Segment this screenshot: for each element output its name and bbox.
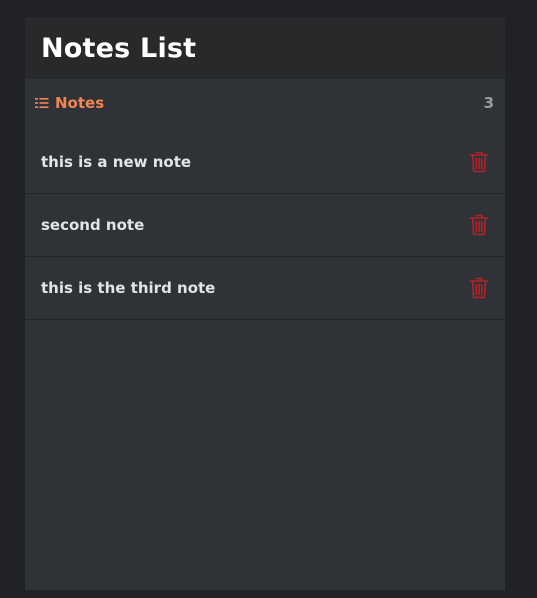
note-list: this is a new note second note this is t…	[25, 131, 505, 320]
note-text: this is a new note	[41, 153, 192, 171]
notes-panel: Notes List Notes 3 this is a new note se…	[25, 17, 505, 590]
list-icon	[35, 97, 49, 109]
trash-icon	[469, 214, 489, 236]
trash-icon	[469, 151, 489, 173]
note-item[interactable]: second note	[25, 194, 505, 257]
note-item[interactable]: this is the third note	[25, 257, 505, 320]
notes-section-label: Notes	[55, 94, 105, 112]
note-text: second note	[41, 216, 145, 234]
delete-note-button[interactable]	[468, 275, 490, 301]
title-bar: Notes List	[25, 17, 505, 79]
section-title-group: Notes	[35, 94, 104, 112]
delete-note-button[interactable]	[468, 149, 490, 175]
trash-icon	[469, 277, 489, 299]
note-item[interactable]: this is a new note	[25, 131, 505, 194]
page-title: Notes List	[41, 32, 197, 64]
notes-count: 3	[483, 94, 494, 112]
note-text: this is the third note	[41, 279, 216, 297]
delete-note-button[interactable]	[468, 212, 490, 238]
notes-section-header: Notes 3	[25, 79, 505, 127]
